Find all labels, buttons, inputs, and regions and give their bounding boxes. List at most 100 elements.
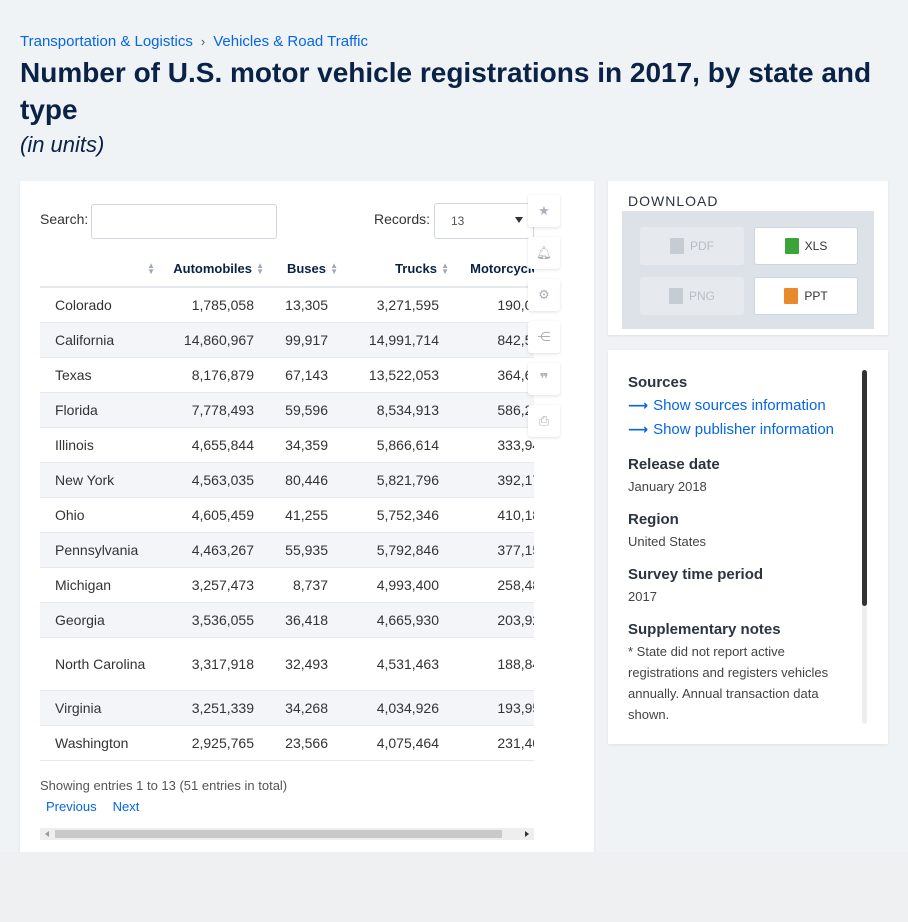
table-row: Texas8,176,87967,14313,522,053364,690 — [40, 357, 534, 393]
cite-button[interactable]: ❞ — [528, 363, 560, 395]
footer-band — [0, 852, 908, 922]
table-header-row: ▲ ▼ Automobiles ▲ ▼ Buses ▲ ▼ Trucks ▲ ▼ Motorc… — [40, 251, 534, 288]
horizontal-scrollbar[interactable] — [40, 828, 534, 840]
download-png-button[interactable]: PNG — [640, 277, 744, 315]
table-cell-value: 41,255 — [266, 497, 340, 533]
table-cell-value: 842,543 — [451, 322, 534, 358]
arrow-right-icon: ⟶ — [628, 397, 649, 413]
table-cell-value: 4,563,035 — [157, 462, 266, 498]
table-cell-state: Colorado — [40, 287, 157, 323]
table-row: New York4,563,03580,4465,821,796392,178 — [40, 462, 534, 498]
info-scrollbar-thumb[interactable] — [862, 370, 867, 606]
column-header-automobiles[interactable]: Automobiles ▲ ▼ — [157, 251, 266, 288]
ppt-file-icon — [784, 288, 799, 304]
data-table-wrapper: ▲ ▼ Automobiles ▲ ▼ Buses ▲ ▼ Trucks ▲ ▼ Motorc… — [40, 251, 534, 761]
table-body: Colorado1,785,05813,3053,271,595190,002C… — [40, 287, 534, 761]
table-cell-value: 4,531,463 — [340, 637, 451, 691]
download-pdf-button[interactable]: PDF — [640, 227, 744, 265]
table-cell-value: 34,268 — [266, 690, 340, 726]
table-cell-value: 55,935 — [266, 532, 340, 568]
table-row: Virginia3,251,33934,2684,034,926193,951 — [40, 690, 534, 726]
print-button[interactable]: ⎙ — [528, 405, 560, 437]
table-cell-value: 2,925,765 — [157, 725, 266, 761]
table-cell-value: 4,034,926 — [340, 690, 451, 726]
table-cell-value: 1,785,058 — [157, 287, 266, 323]
table-cell-value: 4,665,930 — [340, 602, 451, 638]
table-row: North Carolina 3,317,918 32,493 4,531,463 18… — [40, 637, 534, 691]
sources-heading: Sources — [628, 374, 688, 391]
column-header-trucks[interactable]: Trucks ▲ ▼ — [340, 251, 451, 288]
table-row: Washington2,925,76523,5664,075,464231,40… — [40, 725, 534, 761]
table-row: Pennsylvania 4,463,267 55,935 5,792,846 377,… — [40, 532, 534, 568]
table-cell-value: 13,522,053 — [340, 357, 451, 393]
notes-heading: Supplementary notes — [628, 621, 781, 638]
info-scrollbar[interactable] — [862, 370, 867, 724]
previous-button[interactable]: Previous — [46, 799, 97, 814]
table-cell-value: 3,317,918 — [157, 637, 266, 691]
table-cell-value: 32,493 — [266, 637, 340, 691]
search-input[interactable] — [91, 204, 277, 239]
sort-icon: ▲ ▼ — [256, 261, 264, 276]
column-header-state[interactable]: ▲ ▼ — [40, 251, 157, 288]
share-button[interactable]: ⋲ — [528, 321, 560, 353]
table-cell-state: Texas — [40, 357, 157, 393]
table-cell-value: 8,176,879 — [157, 357, 266, 393]
column-header-buses[interactable]: Buses ▲ ▼ — [266, 251, 340, 288]
star-icon: ★ — [538, 203, 550, 218]
table-cell-value: 190,002 — [451, 287, 534, 323]
table-cell-state: Illinois — [40, 427, 157, 463]
table-cell-value: 4,655,844 — [157, 427, 266, 463]
table-row: Georgia3,536,05536,4184,665,930203,922 — [40, 602, 534, 638]
release-date-heading: Release date — [628, 456, 720, 473]
show-sources-link[interactable]: ⟶ Show sources information — [628, 397, 826, 414]
tool-sidebar: ★ 🔔︎ ⚙ ⋲ ❞ ⎙ — [528, 195, 560, 447]
table-cell-value: 14,860,967 — [157, 322, 266, 358]
entries-info: Showing entries 1 to 13 (51 entries in t… — [40, 778, 288, 793]
sort-icon: ▲ ▼ — [330, 261, 338, 276]
table-cell-value: 3,271,595 — [340, 287, 451, 323]
favorite-button[interactable]: ★ — [528, 195, 560, 227]
download-ppt-button[interactable]: PPT — [754, 277, 858, 315]
table-cell-value: 392,178 — [451, 462, 534, 498]
survey-period-heading: Survey time period — [628, 566, 764, 583]
table-cell-value: 231,401 — [451, 725, 534, 761]
table-cell-value: 258,487 — [451, 567, 534, 603]
settings-button[interactable]: ⚙ — [528, 279, 560, 311]
scrollbar-thumb[interactable] — [55, 830, 502, 838]
notify-button[interactable]: 🔔︎ — [528, 237, 560, 269]
table-cell-state: North Carolina — [40, 637, 157, 691]
next-button[interactable]: Next — [113, 799, 140, 814]
page-header: Transportation & Logistics › Vehicles & … — [0, 0, 908, 180]
table-cell-state: Georgia — [40, 602, 157, 638]
download-xls-button[interactable]: XLS — [754, 227, 858, 265]
table-cell-value: 203,922 — [451, 602, 534, 638]
table-row: Michigan3,257,4738,7374,993,400258,487 — [40, 567, 534, 603]
table-cell-value: 333,943 — [451, 427, 534, 463]
data-table: ▲ ▼ Automobiles ▲ ▼ Buses ▲ ▼ Trucks ▲ ▼ Motorc… — [40, 251, 534, 761]
breadcrumb-transportation[interactable]: Transportation & Logistics — [20, 33, 193, 50]
sort-icon: ▲ ▼ — [147, 261, 155, 276]
show-publisher-link[interactable]: ⟶ Show publisher information — [628, 421, 834, 438]
region-heading: Region — [628, 511, 679, 528]
scroll-left-icon[interactable] — [45, 831, 49, 837]
records-select[interactable]: 13 — [434, 203, 534, 239]
search-label: Search: — [40, 211, 89, 227]
pdf-file-icon — [670, 238, 684, 254]
quote-icon: ❞ — [539, 371, 549, 388]
column-header-motorcycles[interactable]: Motorcycles▲▼ — [451, 251, 534, 288]
table-cell-value: 5,866,614 — [340, 427, 451, 463]
download-title: DOWNLOAD — [628, 193, 719, 209]
records-label: Records: — [374, 211, 431, 227]
sort-icon: ▲ ▼ — [441, 261, 449, 276]
download-buttons: PDF XLS PNG PPT — [622, 211, 874, 329]
page-title: Number of U.S. motor vehicle registratio… — [20, 57, 872, 125]
table-cell-value: 99,917 — [266, 322, 340, 358]
breadcrumb-vehicles[interactable]: Vehicles & Road Traffic — [213, 33, 368, 50]
table-cell-value: 4,463,267 — [157, 532, 266, 568]
gear-icon: ⚙ — [538, 287, 550, 302]
scroll-right-icon[interactable] — [525, 831, 529, 837]
release-date-value: January 2018 — [628, 479, 707, 494]
print-icon: ⎙ — [538, 413, 550, 428]
info-panel: Sources ⟶ Show sources information ⟶ Sho… — [608, 350, 888, 744]
table-row: Florida7,778,49359,5968,534,913586,267 — [40, 392, 534, 428]
